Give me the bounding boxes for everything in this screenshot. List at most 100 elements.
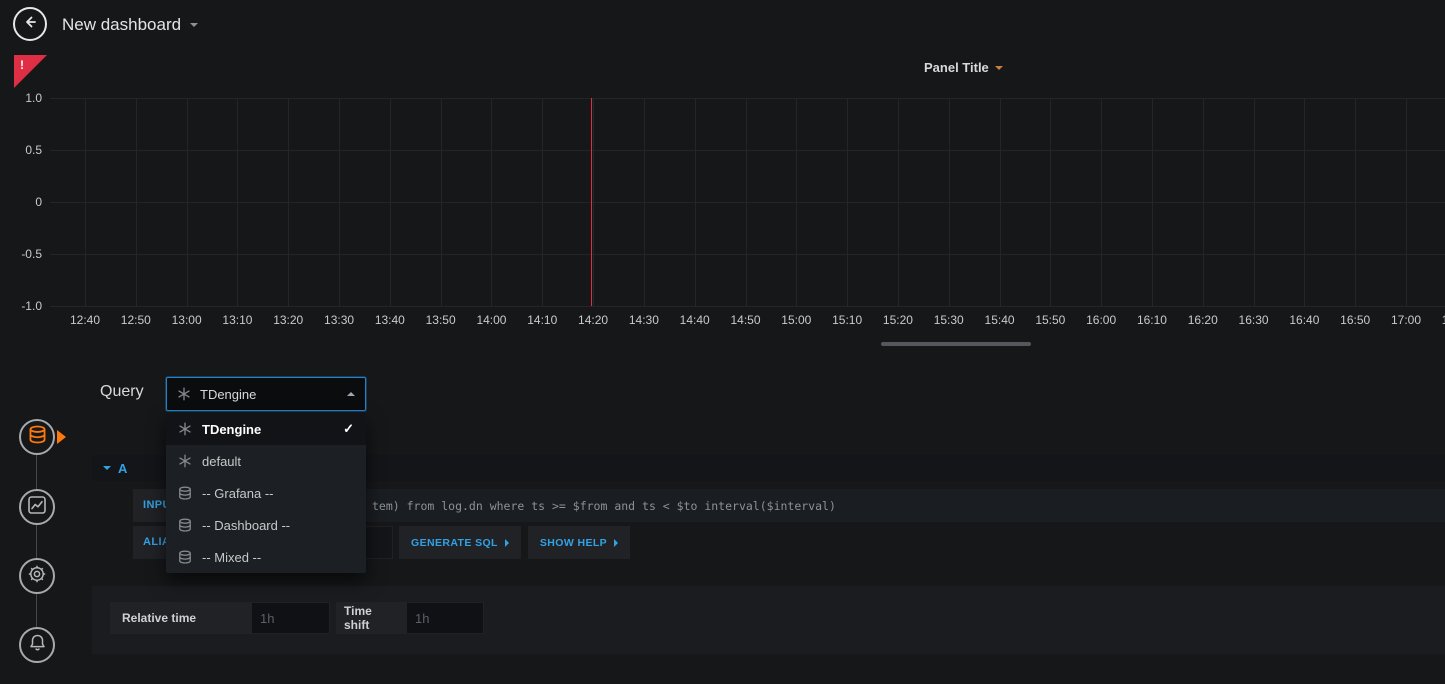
check-icon: ✓ [343,421,354,437]
gridline-vertical [85,98,86,306]
gridline-vertical [136,98,137,306]
database-icon [178,550,192,565]
generate-sql-label: GENERATE SQL [411,537,498,549]
top-nav: New dashboard [0,0,1445,50]
relative-time-input[interactable] [251,602,330,634]
time-series-chart[interactable]: 1.00.50-0.5-1.012:4012:5013:0013:1013:20… [0,55,1445,340]
query-section-label: Query [100,383,144,401]
datasource-option[interactable]: -- Grafana -- [166,477,366,509]
datasource-select[interactable]: TDengine [166,377,366,411]
x-tick-label: 17:10 [1435,313,1445,327]
generate-sql-button[interactable]: GENERATE SQL [399,526,521,559]
x-tick-label: 16:20 [1181,313,1225,327]
time-shift-input[interactable] [406,602,484,634]
gridline-vertical [1050,98,1051,306]
grafana-dashboard-edit: New dashboard ! Panel Title 1.00.50-0.5-… [0,0,1445,684]
tdengine-icon [178,422,192,436]
x-tick-label: 15:10 [825,313,869,327]
x-tick-label: 14:10 [520,313,564,327]
x-tick-label: 16:30 [1232,313,1276,327]
gridline-horizontal [50,150,1445,151]
gridline-vertical [695,98,696,306]
query-time-options: Relative time Time shift [110,602,484,634]
x-tick-label: 14:50 [724,313,768,327]
x-tick-label: 13:40 [368,313,412,327]
gridline-vertical [898,98,899,306]
chevron-right-icon [505,539,509,547]
sql-input[interactable]: tem) from log.dn where ts >= $from and t… [210,489,1445,522]
gridline-vertical [644,98,645,306]
datasource-option[interactable]: default [166,445,366,477]
gridline-vertical [1203,98,1204,306]
y-tick-label: 0.5 [0,143,42,157]
tab-alert[interactable] [19,627,55,663]
editor-tabs-connector [36,437,37,645]
datasource-option[interactable]: -- Dashboard -- [166,509,366,541]
x-tick-label: 13:30 [317,313,361,327]
x-tick-label: 14:30 [622,313,666,327]
active-tab-indicator [57,430,66,444]
x-tick-label: 15:30 [927,313,971,327]
query-row-actions: GENERATE SQL SHOW HELP [399,526,630,559]
y-tick-label: 0 [0,195,42,209]
gridline-vertical [949,98,950,306]
x-tick-label: 13:20 [266,313,310,327]
gridline-vertical [491,98,492,306]
datasource-selected-value: TDengine [200,387,338,402]
gridline-vertical [593,98,594,306]
gridline-vertical [1304,98,1305,306]
gridline-vertical [441,98,442,306]
horizontal-scrollbar[interactable] [881,342,1031,346]
x-tick-label: 16:50 [1333,313,1377,327]
show-help-button[interactable]: SHOW HELP [528,526,630,559]
gear-icon [27,564,47,589]
gridline-vertical [746,98,747,306]
arrow-left-icon [22,14,38,35]
gridline-vertical [847,98,848,306]
bell-icon [28,633,47,657]
gridline-horizontal [50,98,1445,99]
tab-visualization[interactable] [19,489,55,525]
y-tick-label: -0.5 [0,247,42,261]
tab-general[interactable] [19,558,55,594]
datasource-dropdown-menu: TDengine ✓ default -- Grafana -- -- Dashboar… [166,413,366,573]
gridline-vertical [339,98,340,306]
x-tick-label: 13:50 [419,313,463,327]
datasource-option-label: TDengine [202,422,261,437]
graph-panel: ! Panel Title 1.00.50-0.5-1.012:4012:501… [0,55,1445,340]
datasource-option[interactable]: -- Mixed -- [166,541,366,573]
x-tick-label: 12:40 [63,313,107,327]
x-tick-label: 14:40 [673,313,717,327]
x-tick-label: 15:20 [876,313,920,327]
gridline-vertical [1101,98,1102,306]
datasource-option-label: default [202,454,241,469]
x-tick-label: 16:10 [1130,313,1174,327]
x-tick-label: 16:40 [1282,313,1326,327]
time-shift-label: Time shift [336,602,406,634]
datasource-option[interactable]: TDengine ✓ [166,413,366,445]
x-tick-label: 13:00 [165,313,209,327]
collapse-icon [103,466,111,470]
gridline-vertical [187,98,188,306]
gridline-vertical [1355,98,1356,306]
gridline-vertical [542,98,543,306]
tab-queries[interactable] [19,419,55,455]
gridline-vertical [288,98,289,306]
show-help-label: SHOW HELP [540,537,607,549]
relative-time-label: Relative time [110,602,251,634]
x-tick-label: 15:50 [1028,313,1072,327]
datasource-option-label: -- Grafana -- [202,486,274,501]
x-tick-label: 14:20 [571,313,615,327]
y-tick-label: -1.0 [0,299,42,313]
chevron-up-icon [347,392,355,396]
gridline-vertical [390,98,391,306]
dashboard-title[interactable]: New dashboard [62,0,198,50]
x-tick-label: 16:00 [1079,313,1123,327]
y-tick-label: 1.0 [0,91,42,105]
back-button[interactable] [13,7,47,41]
tdengine-icon [178,454,192,468]
gridline-horizontal [50,254,1445,255]
time-cursor-line [591,98,592,306]
x-tick-label: 15:00 [774,313,818,327]
chart-icon [27,495,47,520]
